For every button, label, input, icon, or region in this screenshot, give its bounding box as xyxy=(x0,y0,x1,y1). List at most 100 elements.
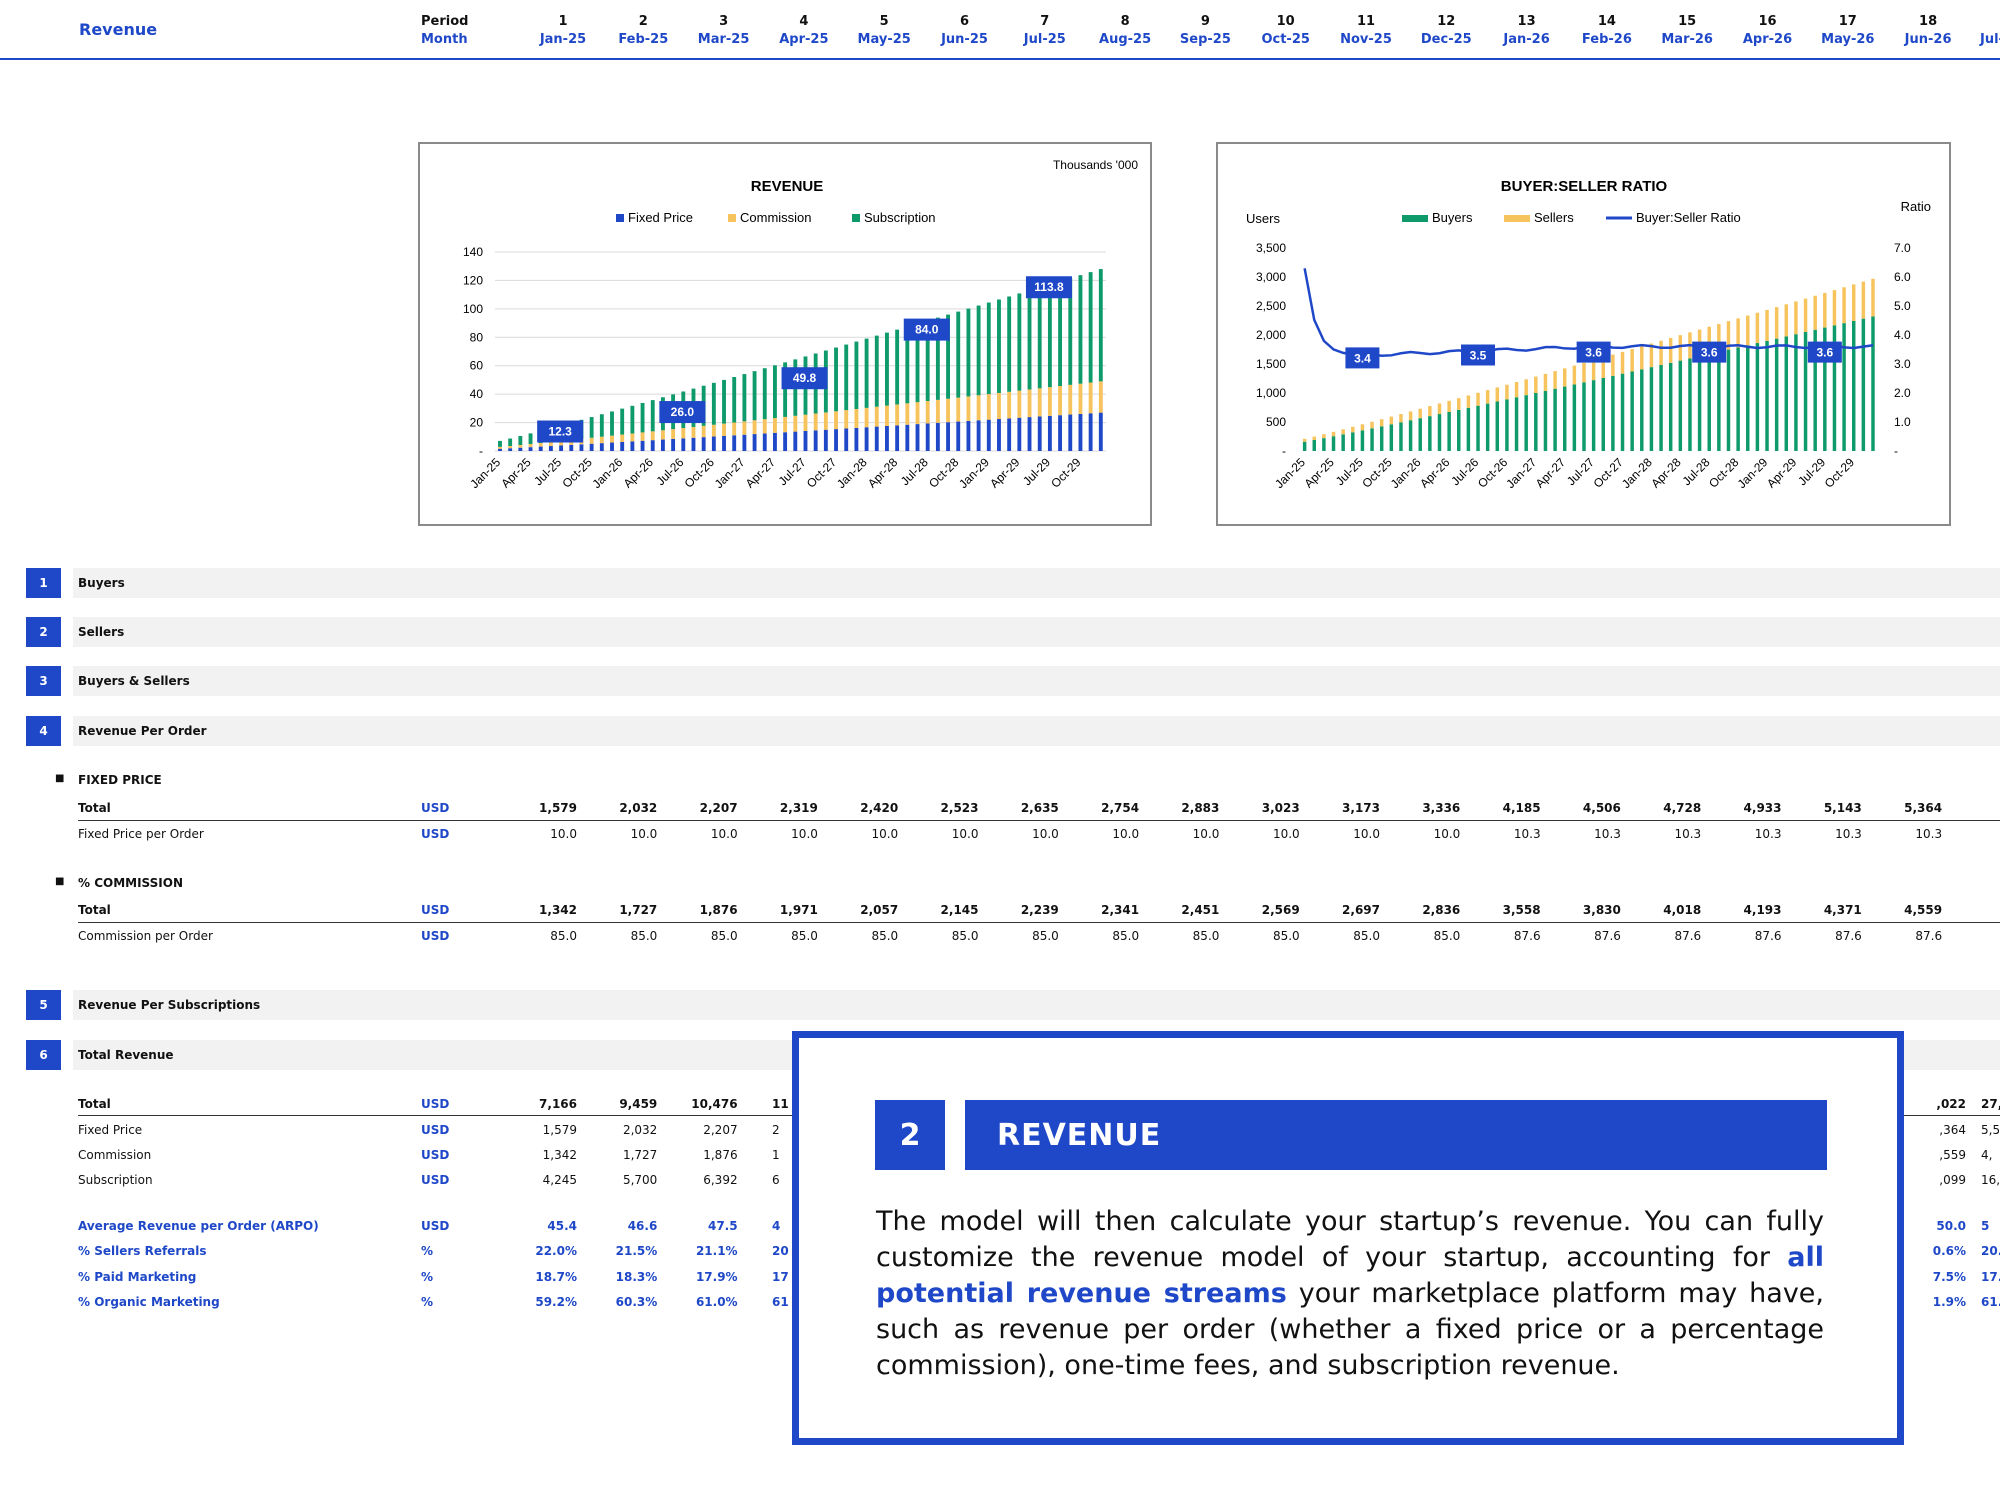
cell-value: 10.0 xyxy=(710,827,738,841)
bar-fixed-price xyxy=(844,428,849,451)
bar-buyers xyxy=(1717,351,1721,451)
bar-sellers xyxy=(1582,362,1586,383)
bar-fixed-price xyxy=(1027,417,1032,451)
bar-buyers xyxy=(1755,343,1760,451)
cell-value: 10.3 xyxy=(1754,827,1782,841)
bar-commission xyxy=(966,396,971,421)
bar-fixed-price xyxy=(834,429,838,451)
bar-buyers xyxy=(1466,407,1471,451)
bar-buyers xyxy=(1736,347,1740,451)
bar-buyers xyxy=(1630,371,1634,451)
x-tick-label: Jan-29 xyxy=(1735,455,1771,491)
cell-value: 85.0 xyxy=(1032,929,1059,943)
cell-value: 0.6% xyxy=(1932,1244,1966,1258)
bar-commission xyxy=(813,413,818,431)
bar-buyers xyxy=(1408,420,1413,451)
row-unit: USD xyxy=(421,1148,450,1162)
bar-commission xyxy=(997,392,1001,420)
bar-commission xyxy=(895,404,900,426)
x-tick-label: Apr-25 xyxy=(1302,455,1338,491)
bar-commission xyxy=(854,409,859,428)
cell-value: 46.6 xyxy=(627,1219,658,1233)
cell-value: 6,392 xyxy=(703,1173,738,1187)
bar-commission xyxy=(498,446,502,449)
row-unit: USD xyxy=(421,801,450,815)
bar-fixed-price xyxy=(691,437,696,451)
section-buyers-sellers[interactable]: 3 Buyers & Sellers xyxy=(26,666,2000,696)
x-tick-label: Oct-27 xyxy=(804,455,840,491)
bar-commission xyxy=(640,432,645,441)
bar-fixed-price xyxy=(946,422,950,451)
cell-value: 10.3 xyxy=(1513,827,1541,841)
bar-sellers xyxy=(1823,292,1827,328)
bar-commission xyxy=(773,418,777,433)
x-tick-label: Oct-25 xyxy=(559,455,595,491)
bar-sellers xyxy=(1476,392,1480,406)
month-label: Month xyxy=(421,32,468,47)
cell-value: ,364 xyxy=(1939,1123,1966,1137)
cell-value: 85.0 xyxy=(951,929,979,943)
bar-subscription xyxy=(997,299,1001,393)
section-band xyxy=(73,568,2000,598)
month-header: Jan-25 xyxy=(539,32,587,47)
bar-sellers xyxy=(1861,281,1866,319)
bar-fixed-price xyxy=(528,447,533,451)
cell-value: 4, xyxy=(1981,1148,1993,1162)
section-revenue-per-order[interactable]: 4 Revenue Per Order xyxy=(26,716,2000,746)
section-sellers[interactable]: 2 Sellers xyxy=(26,617,2000,647)
row-unit: % xyxy=(421,1244,434,1258)
bar-buyers xyxy=(1668,362,1673,451)
cell-value: 10.0 xyxy=(1112,827,1140,841)
y-tick-label: 500 xyxy=(1266,415,1286,429)
bar-fixed-price xyxy=(599,443,604,451)
bar-subscription xyxy=(589,417,594,438)
month-header: May-26 xyxy=(1821,32,1875,47)
x-tick-label: Jan-28 xyxy=(834,455,870,491)
cell-value: 2,032 xyxy=(622,1123,658,1137)
fixed-price-per-order-row: Fixed Price per Order USD 10.0 10.0 10.0 10… xyxy=(0,824,2000,844)
legend-swatch-buyers xyxy=(1402,215,1428,222)
x-tick-label: Jul-28 xyxy=(898,455,931,488)
callout-text-before: The model will then calculate your start… xyxy=(876,1206,1824,1273)
bar-sellers xyxy=(1832,290,1837,326)
period-number: 7 xyxy=(1040,14,1050,29)
cell-value: 18.3% xyxy=(615,1270,658,1284)
bar-commission xyxy=(793,415,798,432)
section-buyers[interactable]: 1 Buyers xyxy=(26,568,2000,598)
commission-heading: % COMMISSION xyxy=(78,876,184,890)
cell-value: 1 xyxy=(1952,827,2000,841)
callout-title: REVENUE xyxy=(965,1100,1827,1170)
month-header: Dec-25 xyxy=(1420,32,1472,47)
period-number: 16 xyxy=(1758,14,1777,29)
bar-fixed-price xyxy=(803,430,808,451)
bar-subscription xyxy=(610,411,614,436)
cell-value: 3,173 xyxy=(1342,801,1380,815)
cell-value: 4,371 xyxy=(1823,903,1862,917)
period-number: 11 xyxy=(1356,14,1376,29)
bar-commission xyxy=(925,401,930,424)
bar-sellers xyxy=(1505,384,1509,400)
bar-fixed-price xyxy=(874,426,879,451)
row-unit: USD xyxy=(421,1219,450,1233)
bar-subscription xyxy=(976,305,981,396)
month-header: Apr-26 xyxy=(1742,32,1793,47)
period-number: 10 xyxy=(1276,14,1295,29)
revenue-chart[interactable]: REVENUE Thousands '000 Fixed Price Commi… xyxy=(418,142,1152,526)
x-tick-label: Apr-26 xyxy=(1417,455,1453,491)
bar-buyers xyxy=(1485,403,1490,451)
y-tick-label: 140 xyxy=(463,245,483,259)
cell-value: 4,506 xyxy=(1582,801,1621,815)
bar-commission xyxy=(946,398,950,423)
buyer-seller-chart[interactable]: BUYER:SELLER RATIO Users Ratio Buyers Se… xyxy=(1216,142,1951,526)
period-number: 14 xyxy=(1597,14,1616,29)
section-revenue-per-subscriptions[interactable]: 5 Revenue Per Subscriptions xyxy=(26,990,2000,1020)
bar-fixed-price xyxy=(660,439,665,451)
section-band xyxy=(73,990,2000,1020)
bar-fixed-price xyxy=(905,424,910,451)
commission-per-order-row: Commission per Order USD 85.0 85.0 85.0 85.… xyxy=(0,926,2000,946)
cell-value: 10.0 xyxy=(1433,827,1461,841)
x-tick-label: Jan-27 xyxy=(1503,455,1539,491)
bar-sellers xyxy=(1572,365,1577,385)
bar-fixed-price xyxy=(650,440,655,451)
x-tick-label: Oct-29 xyxy=(1048,455,1084,491)
